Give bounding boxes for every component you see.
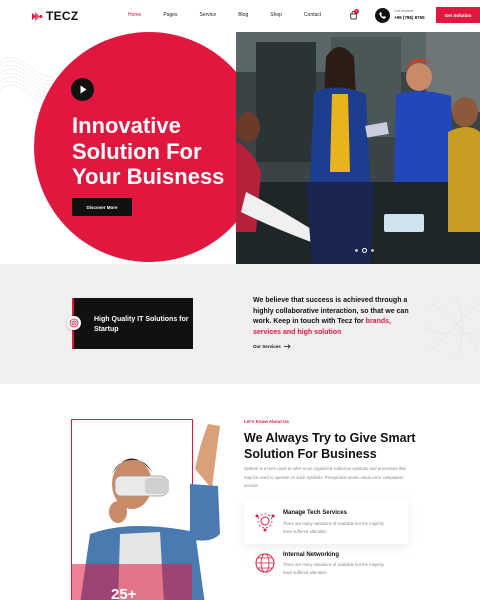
- quality-card-text: High Quality IT Solutions for Startup: [94, 316, 189, 333]
- about-title: We Always Try to Give Smart Solution For…: [244, 431, 416, 461]
- play-icon: [80, 85, 87, 94]
- hero-team-photo: [236, 32, 480, 264]
- nav-contact[interactable]: Contact: [304, 12, 321, 18]
- cart-badge: 0: [354, 9, 359, 14]
- our-services-label: Our Services: [253, 344, 281, 349]
- service-description-networking: There are many variations of available b…: [283, 562, 384, 575]
- about-description: System is a term used to refer to an org…: [244, 466, 406, 488]
- hero-slider-dots: [355, 248, 374, 253]
- nav-home[interactable]: Home: [128, 12, 141, 18]
- our-services-link[interactable]: Our Services: [253, 344, 291, 349]
- play-video-button[interactable]: [71, 78, 94, 101]
- logo[interactable]: TECZ: [30, 9, 79, 23]
- logo-text: TECZ: [46, 9, 79, 23]
- nav-blog[interactable]: Blog: [238, 12, 248, 18]
- about-eyebrow: Let's Know About Us: [244, 419, 289, 424]
- service-description: There are many variations of available b…: [283, 521, 384, 534]
- years-count: 25+: [111, 586, 137, 600]
- arrow-right-icon: [283, 344, 291, 349]
- main-nav: Home Pages Service Blog Shop Contact: [128, 12, 343, 18]
- target-icon: [67, 316, 81, 330]
- globe-icon: [255, 553, 275, 573]
- hero-title: Innovative Solution For Your Buisness: [72, 113, 225, 189]
- phone-icon[interactable]: [375, 8, 390, 23]
- site-header: TECZ Home Pages Service Blog Shop Contac…: [0, 0, 480, 32]
- intro-band: High Quality IT Solutions for Startup We…: [0, 264, 480, 384]
- nav-pages[interactable]: Pages: [163, 12, 177, 18]
- get-solution-button[interactable]: Get Solution: [436, 7, 480, 23]
- discover-more-button[interactable]: Discover More: [72, 198, 132, 216]
- about-section: 25+ Let's Know About Us We Always Try to…: [0, 384, 480, 600]
- nav-service[interactable]: Service: [200, 12, 217, 18]
- vr-person-image: [72, 424, 220, 600]
- logo-icon: [32, 11, 43, 21]
- quality-card: High Quality IT Solutions for Startup: [67, 298, 193, 349]
- call-number[interactable]: +99 (786) 8765: [394, 15, 425, 20]
- slider-dot[interactable]: [371, 249, 374, 252]
- nav-shop[interactable]: Shop: [270, 12, 282, 18]
- service-title: Manage Tech Services: [283, 510, 347, 516]
- service-card-tech[interactable]: Manage Tech Services There are many vari…: [244, 499, 408, 544]
- slider-dot[interactable]: [355, 249, 358, 252]
- call-label: Call Anytime: [394, 9, 414, 13]
- service-title-networking: Internal Networking: [283, 552, 340, 558]
- slider-dot-active[interactable]: [362, 248, 367, 253]
- band-statement: We believe that success is achieved thro…: [253, 296, 413, 338]
- gear-network-icon: [255, 513, 275, 532]
- band-decoration: [424, 296, 480, 358]
- hero-section: Innovative Solution For Your Buisness Di…: [0, 32, 480, 264]
